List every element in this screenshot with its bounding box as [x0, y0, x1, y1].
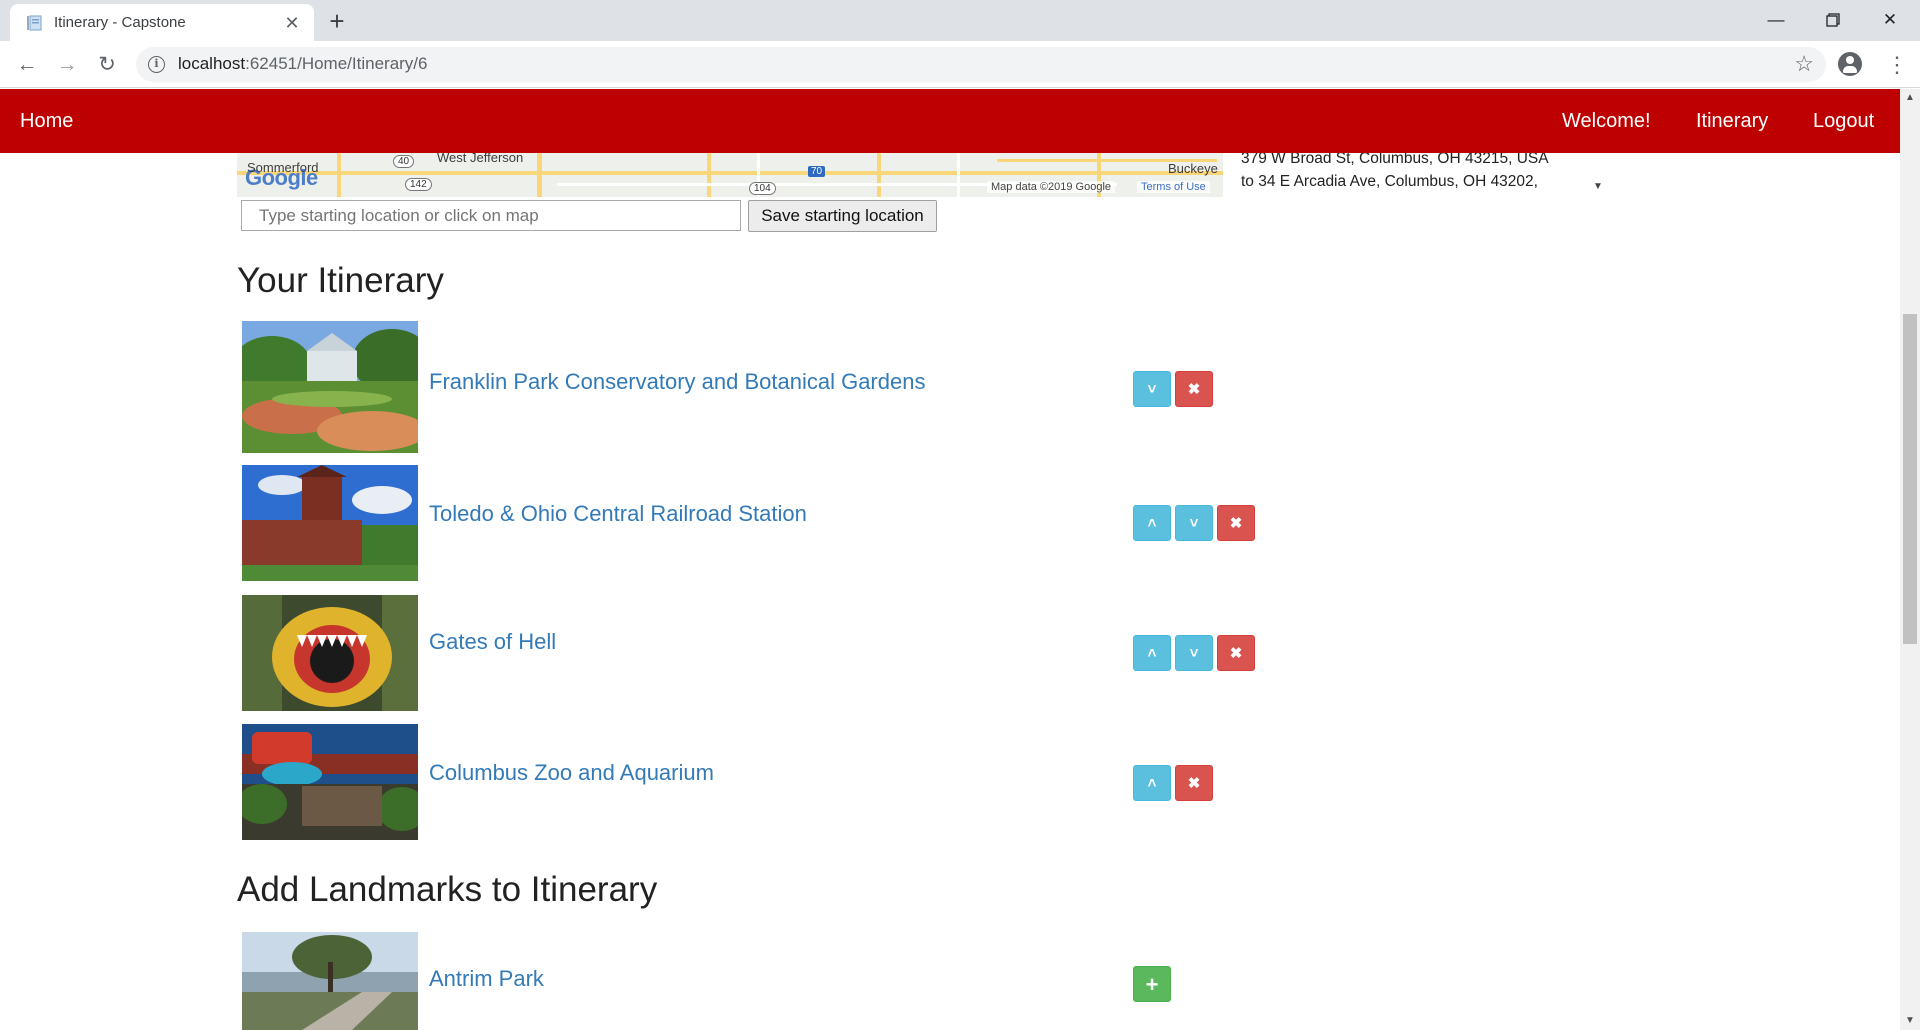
itinerary-heading: Your Itinerary — [237, 261, 444, 300]
move-up-button[interactable]: ˄ — [1133, 765, 1171, 801]
page-favicon-icon — [27, 15, 42, 31]
landmark-link[interactable]: Antrim Park — [429, 966, 544, 992]
restore-icon[interactable] — [1805, 0, 1861, 41]
landmark-link[interactable]: Toledo & Ohio Central Railroad Station — [429, 501, 807, 527]
remove-button[interactable]: ✖ — [1175, 371, 1213, 407]
address-bar[interactable]: i localhost:62451/Home/Itinerary/6 ☆ — [136, 47, 1826, 82]
site-navbar: Home Welcome! Itinerary Logout — [0, 89, 1900, 153]
map[interactable]: Google Sommerford West Jefferson Buckeye… — [237, 153, 1223, 197]
back-icon[interactable]: ← — [11, 49, 43, 81]
direction-step: to 34 E Arcadia Ave, Columbus, OH 43202, — [1241, 173, 1538, 190]
page-viewport: Google Sommerford West Jefferson Buckeye… — [0, 89, 1920, 1030]
directions-panel: 379 W Broad St, Columbus, OH 43215, USA … — [1223, 153, 1611, 197]
window-close-icon[interactable]: ✕ — [1862, 0, 1918, 41]
nav-logout-link[interactable]: Logout — [1813, 110, 1874, 133]
route-shield: 142 — [405, 178, 432, 191]
browser-toolbar: ← → ↻ i localhost:62451/Home/Itinerary/6… — [0, 41, 1920, 88]
terms-link[interactable]: Terms of Use — [1137, 181, 1210, 193]
landmark-link[interactable]: Franklin Park Conservatory and Botanical… — [429, 369, 925, 395]
move-up-button[interactable]: ˄ — [1133, 505, 1171, 541]
account-icon[interactable] — [1838, 52, 1862, 76]
site-info-icon[interactable]: i — [148, 56, 165, 73]
landmark-link[interactable]: Gates of Hell — [429, 629, 556, 655]
remove-button[interactable]: ✖ — [1217, 635, 1255, 671]
interstate-shield: 70 — [808, 166, 826, 177]
tab-close-icon[interactable]: ✕ — [280, 11, 304, 35]
new-tab-button[interactable]: + — [322, 6, 352, 36]
direction-step: 379 W Broad St, Columbus, OH 43215, USA — [1241, 153, 1549, 167]
page-scrollbar[interactable]: ▲ ▼ — [1900, 89, 1920, 1030]
browser-menu-icon[interactable]: ⋮ — [1886, 49, 1908, 81]
move-down-button[interactable]: ˅ — [1175, 505, 1213, 541]
landmark-photo — [242, 932, 418, 1030]
remove-button[interactable]: ✖ — [1175, 765, 1213, 801]
browser-tab[interactable]: Itinerary - Capstone ✕ — [10, 4, 314, 41]
scrollbar-thumb[interactable] — [1903, 314, 1917, 644]
save-starting-location-button[interactable]: Save starting location — [748, 200, 937, 232]
minimize-icon[interactable]: — — [1748, 0, 1804, 41]
landmark-photo — [242, 321, 418, 453]
map-credit: Map data ©2019 Google — [987, 181, 1116, 193]
remove-button[interactable]: ✖ — [1217, 505, 1255, 541]
starting-location-input[interactable] — [241, 200, 741, 231]
add-landmark-button[interactable]: + — [1133, 966, 1171, 1002]
forward-icon[interactable]: → — [51, 49, 83, 81]
add-landmarks-heading: Add Landmarks to Itinerary — [237, 870, 658, 909]
move-down-button[interactable]: ˅ — [1175, 635, 1213, 671]
nav-home-link[interactable]: Home — [20, 110, 73, 133]
landmark-photo — [242, 595, 418, 711]
directions-scroll-down-icon[interactable]: ▼ — [1593, 181, 1603, 192]
move-down-button[interactable]: ˅ — [1133, 371, 1171, 407]
url-text: localhost:62451/Home/Itinerary/6 — [178, 54, 428, 73]
tab-title: Itinerary - Capstone — [54, 14, 186, 31]
scroll-down-icon[interactable]: ▼ — [1900, 1012, 1920, 1030]
landmark-link[interactable]: Columbus Zoo and Aquarium — [429, 760, 714, 786]
map-label: West Jefferson — [437, 153, 524, 165]
nav-welcome-link[interactable]: Welcome! — [1562, 110, 1651, 133]
route-shield: 40 — [393, 155, 415, 168]
move-up-button[interactable]: ˄ — [1133, 635, 1171, 671]
landmark-photo — [242, 465, 418, 581]
reload-icon[interactable]: ↻ — [91, 49, 123, 81]
map-label: Buckeye — [1168, 161, 1218, 176]
map-label: Sommerford — [247, 160, 319, 175]
landmark-photo — [242, 724, 418, 840]
bookmark-star-icon[interactable]: ☆ — [1794, 51, 1814, 77]
scroll-up-icon[interactable]: ▲ — [1900, 89, 1920, 107]
nav-itinerary-link[interactable]: Itinerary — [1696, 110, 1768, 133]
browser-tabstrip: Itinerary - Capstone ✕ + — ✕ — [0, 0, 1920, 41]
route-shield: 104 — [749, 182, 776, 195]
